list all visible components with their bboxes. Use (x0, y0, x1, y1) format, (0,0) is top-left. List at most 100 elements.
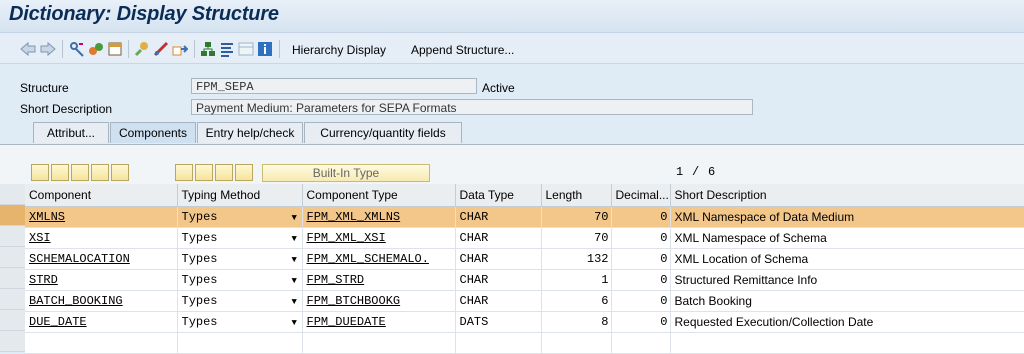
component-cell[interactable]: BATCH_BOOKING (25, 290, 178, 312)
components-table: Component Typing Method Component Type D… (25, 184, 1024, 354)
dropdown-arrow-icon[interactable]: ▼ (292, 213, 297, 223)
typing-method-cell[interactable]: Types ▼ (177, 311, 303, 333)
short-description-cell: XML Namespace of Schema (670, 227, 1024, 249)
hierarchy-icon[interactable] (200, 41, 216, 57)
tab-attributes[interactable]: Attribut... (33, 122, 109, 143)
row-selector[interactable] (0, 268, 25, 289)
page-current: 1 (676, 165, 684, 179)
table-row[interactable]: XSI Types ▼ FPM_XML_XSI CHAR 70 0 XML Nam… (25, 227, 1024, 249)
component-cell[interactable]: SCHEMALOCATION (25, 248, 178, 270)
typing-method-cell[interactable] (177, 332, 303, 354)
typing-method-cell[interactable]: Types ▼ (177, 248, 303, 270)
row-selector[interactable] (0, 247, 25, 268)
top-icon[interactable] (235, 164, 253, 181)
component-cell[interactable]: XMLNS (25, 206, 178, 228)
display-change-icon[interactable] (69, 41, 85, 57)
delete-row-icon[interactable] (111, 164, 129, 181)
table-row[interactable]: BATCH_BOOKING Types ▼ FPM_BTCHBOOKG CHAR … (25, 290, 1024, 312)
decimal-cell (611, 332, 671, 354)
where-used-icon[interactable] (153, 41, 169, 57)
short-description-field[interactable]: Payment Medium: Parameters for SEPA Form… (191, 99, 753, 115)
component-type-cell[interactable]: FPM_XML_SCHEMALO. (302, 248, 456, 270)
length-cell: 8 (541, 311, 612, 333)
structure-field[interactable]: FPM_SEPA (191, 78, 477, 94)
component-type-cell[interactable]: FPM_XML_XMLNS (302, 206, 456, 228)
forward-icon[interactable] (40, 41, 56, 57)
filter-icon[interactable] (175, 164, 193, 181)
column-header[interactable]: Length (541, 184, 612, 207)
column-header[interactable]: Short Description (670, 184, 1024, 207)
table-row[interactable]: XMLNS Types ▼ FPM_XML_XMLNS CHAR 70 0 XML… (25, 206, 1024, 228)
row-selector-column (0, 184, 25, 352)
decimal-cell: 0 (611, 206, 671, 228)
row-selector[interactable] (0, 289, 25, 310)
object-list-icon[interactable] (172, 41, 188, 57)
technical-settings-icon[interactable] (219, 41, 235, 57)
component-type-cell[interactable]: FPM_BTCHBOOKG (302, 290, 456, 312)
component-type-cell[interactable] (302, 332, 456, 354)
first-page-icon[interactable] (195, 164, 213, 181)
table-row[interactable] (25, 332, 1024, 354)
back-icon[interactable] (20, 41, 36, 57)
column-header[interactable]: Data Type (455, 184, 542, 207)
column-header[interactable]: Decimal... (611, 184, 671, 207)
decimal-cell: 0 (611, 290, 671, 312)
table-row[interactable]: SCHEMALOCATION Types ▼ FPM_XML_SCHEMALO. … (25, 248, 1024, 270)
row-selector[interactable] (0, 310, 25, 331)
structure-label: Structure (20, 81, 69, 95)
dropdown-arrow-icon[interactable]: ▼ (292, 234, 297, 244)
built-in-type-button[interactable]: Built-In Type (262, 164, 430, 182)
length-cell: 70 (541, 227, 612, 249)
row-selector[interactable] (0, 205, 25, 226)
row-selector[interactable] (0, 226, 25, 247)
copy-icon[interactable] (51, 164, 69, 181)
component-type-cell[interactable]: FPM_DUEDATE (302, 311, 456, 333)
typing-method-cell[interactable]: Types ▼ (177, 290, 303, 312)
short-description-cell (670, 332, 1024, 354)
tab-entry-help[interactable]: Entry help/check (197, 122, 303, 143)
typing-method-cell[interactable]: Types ▼ (177, 269, 303, 291)
tab-currency-quantity[interactable]: Currency/quantity fields (304, 122, 462, 143)
component-cell[interactable]: STRD (25, 269, 178, 291)
dropdown-arrow-icon[interactable]: ▼ (292, 276, 297, 286)
column-header[interactable]: Component Type (302, 184, 456, 207)
paste-icon[interactable] (71, 164, 89, 181)
short-description-label: Short Description (20, 102, 113, 116)
component-cell[interactable]: DUE_DATE (25, 311, 178, 333)
tab-components[interactable]: Components (110, 122, 196, 143)
application-toolbar: Hierarchy Display Append Structure... (0, 33, 1024, 64)
table-header-row: Component Typing Method Component Type D… (25, 184, 1024, 207)
component-cell[interactable] (25, 332, 178, 354)
dropdown-arrow-icon[interactable]: ▼ (292, 297, 297, 307)
component-type-cell[interactable]: FPM_XML_XSI (302, 227, 456, 249)
append-structure-button[interactable]: Append Structure... (411, 43, 514, 57)
data-type-cell: CHAR (455, 206, 542, 228)
component-cell[interactable]: XSI (25, 227, 178, 249)
typing-method-cell[interactable]: Types ▼ (177, 227, 303, 249)
cut-icon[interactable] (31, 164, 49, 181)
activate-icon[interactable] (134, 41, 150, 57)
short-description-cell: XML Namespace of Data Medium (670, 206, 1024, 228)
table-row[interactable]: STRD Types ▼ FPM_STRD CHAR 1 0 Structured… (25, 269, 1024, 291)
info-icon[interactable] (257, 41, 273, 57)
column-header[interactable]: Component (25, 184, 178, 207)
last-page-icon[interactable] (215, 164, 233, 181)
column-header[interactable]: Typing Method (177, 184, 303, 207)
table-row[interactable]: DUE_DATE Types ▼ FPM_DUEDATE DATS 8 0 Req… (25, 311, 1024, 333)
dropdown-arrow-icon[interactable]: ▼ (292, 318, 297, 328)
row-selector[interactable] (0, 331, 25, 352)
other-object-icon[interactable] (88, 41, 104, 57)
short-description-cell: XML Location of Schema (670, 248, 1024, 270)
hierarchy-display-button[interactable]: Hierarchy Display (292, 43, 386, 57)
check-icon[interactable] (107, 41, 123, 57)
short-description-cell: Batch Booking (670, 290, 1024, 312)
insert-row-icon[interactable] (91, 164, 109, 181)
layout-icon[interactable] (238, 41, 254, 57)
decimal-cell: 0 (611, 311, 671, 333)
component-type-cell[interactable]: FPM_STRD (302, 269, 456, 291)
typing-method-cell[interactable]: Types ▼ (177, 206, 303, 228)
short-description-cell: Requested Execution/Collection Date (670, 311, 1024, 333)
data-type-cell: DATS (455, 311, 542, 333)
row-selector-header (0, 184, 25, 205)
dropdown-arrow-icon[interactable]: ▼ (292, 255, 297, 265)
